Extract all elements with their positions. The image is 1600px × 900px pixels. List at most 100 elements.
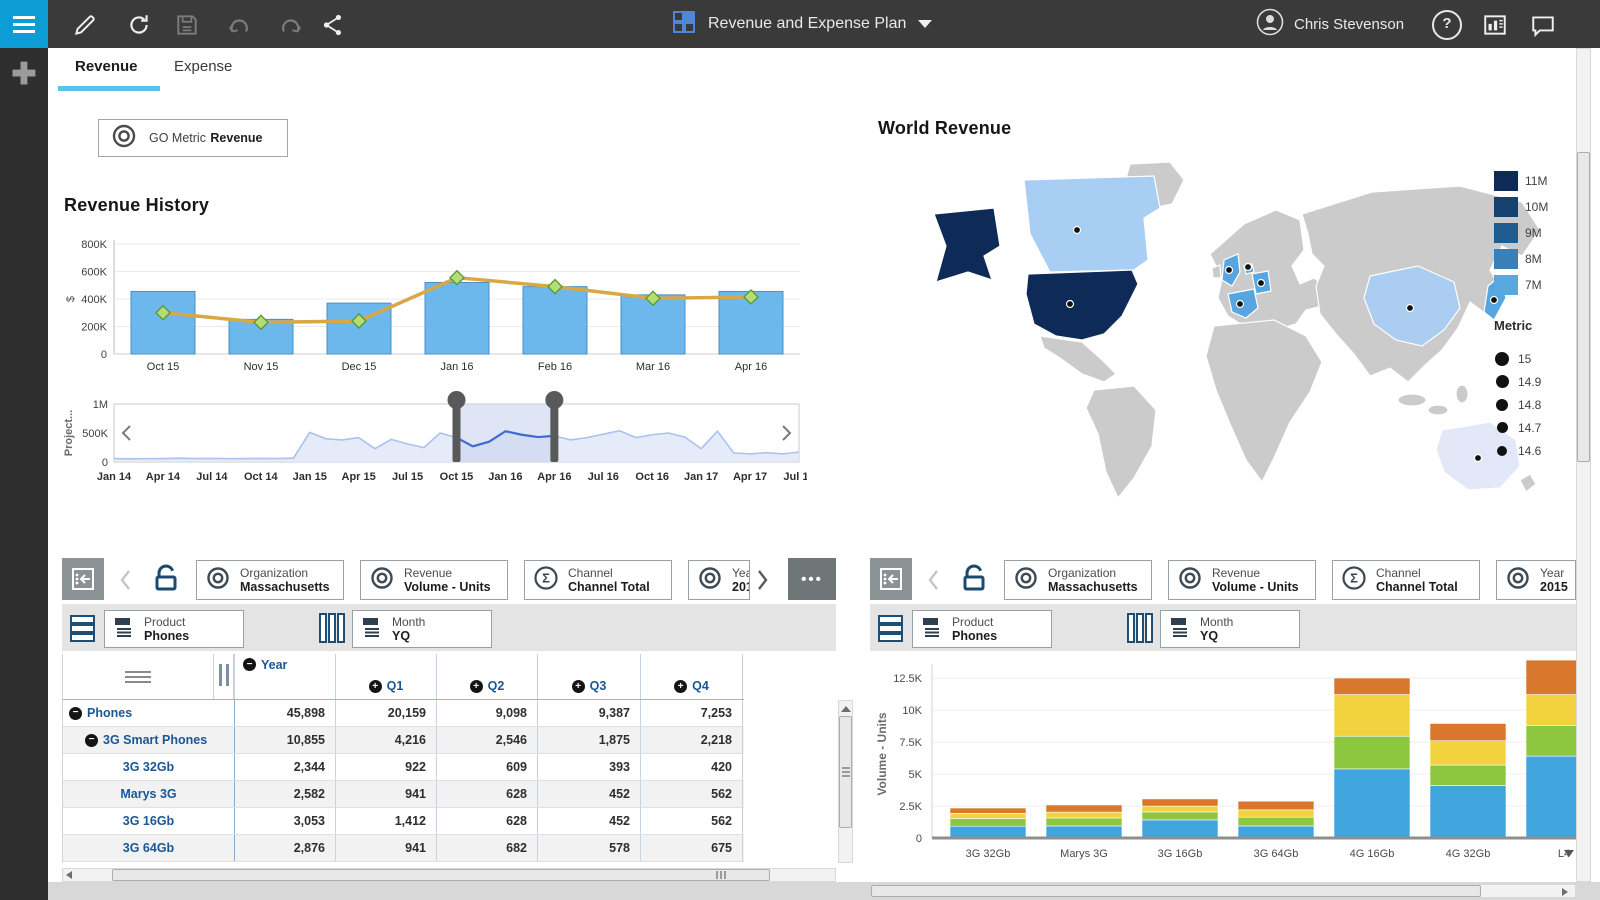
cell-3g-16gb-c1[interactable]: 1,412 [336, 808, 437, 834]
map-region-philippines[interactable] [1456, 385, 1468, 403]
cell-marys-3g-c1[interactable]: 941 [336, 781, 437, 807]
report-panel-icon[interactable] [1482, 12, 1508, 38]
filter-chip-year[interactable]: Year2015 [1496, 560, 1576, 600]
crosstab-drag-handle[interactable] [63, 654, 213, 699]
column-header-q1[interactable]: +Q1 [336, 654, 437, 699]
share-icon[interactable] [320, 12, 346, 38]
chat-bubble-icon[interactable] [1530, 12, 1556, 38]
cell-3g-64gb-c0[interactable]: 2,876 [235, 835, 336, 861]
map-region-new-zealand[interactable] [1520, 474, 1536, 492]
stack-3g-16gb-q2[interactable] [1142, 812, 1218, 820]
crosstab-vscroll-thumb[interactable] [839, 716, 852, 828]
map-point-united-states[interactable] [1067, 301, 1074, 308]
map-region-united-states[interactable] [1026, 270, 1138, 340]
stack-3g-16gb-q1[interactable] [1142, 820, 1218, 838]
page-vscroll-thumb[interactable] [1577, 152, 1590, 462]
cell-3g-64gb-c1[interactable]: 941 [336, 835, 437, 861]
stack-4g-32gb-q2[interactable] [1430, 765, 1506, 785]
edit-pencil-icon[interactable] [72, 12, 98, 38]
hamburger-menu-button[interactable] [0, 0, 48, 48]
stack-4g-32gb-q4[interactable] [1430, 723, 1506, 740]
stack-3g-32gb-q2[interactable] [950, 818, 1026, 826]
row-header-3g-32gb[interactable]: 3G 32Gb [63, 754, 235, 780]
filter-chip-revenue[interactable]: RevenueVolume - Units [360, 560, 508, 600]
cell-3g-smart-phones-c0[interactable]: 10,855 [235, 727, 336, 753]
stack-3g-64gb-q4[interactable] [1238, 801, 1314, 810]
row-header-marys-3g[interactable]: Marys 3G [63, 781, 235, 807]
cell-3g-16gb-c4[interactable]: 562 [641, 808, 743, 834]
stack-l4-q1[interactable] [1526, 756, 1576, 838]
undo-icon[interactable] [226, 12, 252, 38]
cell-phones-c4[interactable]: 7,253 [641, 700, 743, 726]
cell-3g-32gb-c3[interactable]: 393 [538, 754, 641, 780]
map-region-south-america[interactable] [1086, 386, 1156, 498]
left-widget-scroll-right-chevron[interactable] [752, 568, 772, 592]
map-point-france[interactable] [1237, 301, 1244, 308]
crosstab-splitter[interactable] [213, 654, 234, 699]
cols-chip-month[interactable]: MonthYQ [352, 610, 492, 648]
stack-3g-16gb-q4[interactable] [1142, 799, 1218, 806]
map-region-indonesia-2[interactable] [1428, 405, 1448, 415]
stack-marys-3g-q2[interactable] [1046, 818, 1122, 826]
cell-marys-3g-c3[interactable]: 452 [538, 781, 641, 807]
save-icon[interactable] [174, 12, 200, 38]
row-header-3g-64gb[interactable]: 3G 64Gb [63, 835, 235, 861]
rows-chip-product[interactable]: ProductPhones [104, 610, 244, 648]
column-header-q2[interactable]: +Q2 [437, 654, 538, 699]
filter-chip-revenue[interactable]: RevenueVolume - Units [1168, 560, 1316, 600]
cols-chip-month[interactable]: MonthYQ [1160, 610, 1300, 648]
row-header-3g-smart-phones[interactable]: −3G Smart Phones [63, 727, 235, 753]
stack-3g-64gb-q3[interactable] [1238, 810, 1314, 817]
columns-axis-icon[interactable] [318, 613, 346, 650]
redo-icon[interactable] [278, 12, 304, 38]
cell-marys-3g-c2[interactable]: 628 [437, 781, 538, 807]
stack-3g-64gb-q1[interactable] [1238, 826, 1314, 838]
map-region-africa[interactable] [1206, 320, 1322, 482]
map-point-canada[interactable] [1074, 227, 1081, 234]
stack-3g-32gb-q1[interactable] [950, 826, 1026, 838]
column-header-q3[interactable]: +Q3 [538, 654, 641, 699]
expand-icon[interactable]: + [674, 680, 687, 693]
cell-3g-16gb-c2[interactable]: 628 [437, 808, 538, 834]
filter-chip-year[interactable]: Year2015 [688, 560, 750, 600]
filter-chip-channel[interactable]: ΣChannelChannel Total [524, 560, 672, 600]
filter-chip-organization[interactable]: OrganizationMassachusetts [1004, 560, 1152, 600]
stack-4g-16gb-q1[interactable] [1334, 769, 1410, 838]
left-hscroll-left-arrow[interactable] [66, 871, 72, 879]
unlocked-padlock-icon[interactable] [150, 562, 182, 599]
row-header-phones[interactable]: −Phones [63, 700, 235, 726]
left-widget-more-button[interactable]: ••• [788, 558, 836, 600]
cell-phones-c2[interactable]: 9,098 [437, 700, 538, 726]
stack-4g-16gb-q4[interactable] [1334, 678, 1410, 695]
stack-4g-16gb-q3[interactable] [1334, 695, 1410, 737]
go-metric-widget[interactable]: GO Metric Revenue [98, 119, 288, 157]
stack-marys-3g-q4[interactable] [1046, 805, 1122, 812]
map-region-alaska[interactable] [934, 208, 1000, 282]
columns-axis-icon[interactable] [1126, 613, 1154, 650]
collapse-icon[interactable]: − [69, 707, 82, 720]
stack-3g-32gb-q3[interactable] [950, 813, 1026, 818]
cell-3g-smart-phones-c2[interactable]: 2,546 [437, 727, 538, 753]
rows-axis-icon[interactable] [70, 614, 96, 649]
expand-icon[interactable]: + [572, 680, 585, 693]
stack-marys-3g-q1[interactable] [1046, 826, 1122, 838]
cell-3g-32gb-c4[interactable]: 420 [641, 754, 743, 780]
title-dropdown-caret-icon[interactable] [918, 20, 932, 28]
crosstab-scroll-up-arrow[interactable] [841, 706, 851, 712]
stack-l4-q4[interactable] [1526, 660, 1576, 695]
map-point-united-kingdom[interactable] [1226, 267, 1233, 274]
stack-3g-64gb-q2[interactable] [1238, 817, 1314, 826]
map-point-australia[interactable] [1475, 455, 1482, 462]
cell-phones-c0[interactable]: 45,898 [235, 700, 336, 726]
left-widget-scroll-left-chevron[interactable] [116, 568, 136, 592]
refresh-icon[interactable] [126, 12, 152, 38]
stack-4g-32gb-q3[interactable] [1430, 741, 1506, 765]
map-region-canada[interactable] [1024, 176, 1160, 272]
map-region-mexico[interactable] [1040, 336, 1116, 382]
stack-3g-32gb-q4[interactable] [950, 808, 1026, 813]
rows-chip-product[interactable]: ProductPhones [912, 610, 1052, 648]
tab-expense[interactable]: Expense [174, 58, 232, 75]
cell-3g-smart-phones-c1[interactable]: 4,216 [336, 727, 437, 753]
collapse-icon[interactable]: − [85, 734, 98, 747]
map-point-china[interactable] [1407, 305, 1414, 312]
